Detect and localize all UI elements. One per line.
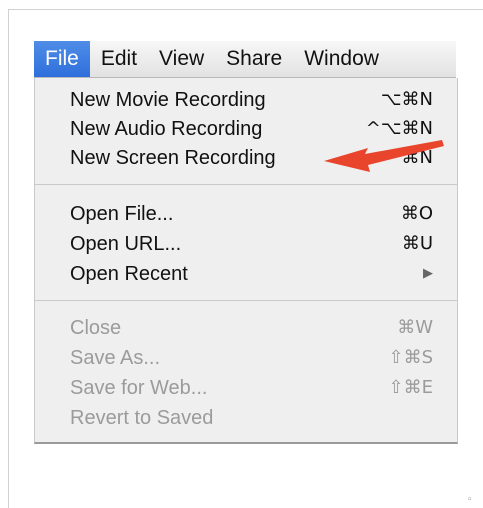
menubar-item-window[interactable]: Window bbox=[293, 41, 390, 77]
corner-mark-icon: ▫ bbox=[468, 494, 472, 505]
menu-item-shortcut: ⇧⌘S bbox=[388, 347, 433, 368]
menu-item-shortcut: ⌘U bbox=[401, 233, 433, 254]
menu-item-label: Save As... bbox=[70, 347, 161, 369]
menu-item-save-for-web: Save for Web... ⇧⌘E bbox=[35, 374, 457, 402]
menu-item-shortcut: ⇧⌘E bbox=[388, 377, 433, 398]
menu-item-label: Open URL... bbox=[70, 233, 182, 255]
menu-separator bbox=[35, 300, 457, 301]
menubar-item-edit[interactable]: Edit bbox=[90, 41, 148, 77]
file-menu-dropdown: New Movie Recording ⌥⌘N New Audio Record… bbox=[34, 78, 458, 444]
menu-item-label: Close bbox=[70, 317, 122, 339]
menu-item-label: New Audio Recording bbox=[70, 118, 263, 140]
menu-item-new-movie-recording[interactable]: New Movie Recording ⌥⌘N bbox=[35, 86, 457, 114]
submenu-arrow-icon: ▶ bbox=[423, 266, 433, 281]
menu-item-label: Save for Web... bbox=[70, 377, 208, 399]
menu-item-label: New Movie Recording bbox=[70, 89, 266, 111]
frame-border-top bbox=[8, 9, 483, 10]
menu-item-label: Open File... bbox=[70, 203, 174, 225]
menu-item-close: Close ⌘W bbox=[35, 314, 457, 342]
menu-item-revert-to-saved: Revert to Saved bbox=[35, 404, 457, 432]
menubar-item-share[interactable]: Share bbox=[215, 41, 293, 77]
frame-border-left bbox=[8, 9, 9, 508]
menubar-item-view[interactable]: View bbox=[148, 41, 215, 77]
menu-separator bbox=[35, 184, 457, 185]
menu-item-shortcut: ⌘O bbox=[400, 203, 433, 224]
menu-item-label: Open Recent bbox=[70, 263, 188, 285]
menu-item-save-as: Save As... ⇧⌘S bbox=[35, 344, 457, 372]
menu-item-open-url[interactable]: Open URL... ⌘U bbox=[35, 230, 457, 258]
red-pointer-arrow-icon bbox=[324, 140, 444, 172]
menu-item-shortcut: ⌘W bbox=[397, 317, 433, 338]
menu-item-open-file[interactable]: Open File... ⌘O bbox=[35, 200, 457, 228]
menu-item-label: Revert to Saved bbox=[70, 407, 214, 429]
menu-bar: File Edit View Share Window bbox=[34, 41, 456, 78]
menu-item-shortcut: ⌥⌘N bbox=[380, 89, 433, 110]
menu-item-label: New Screen Recording bbox=[70, 147, 276, 169]
menubar-item-file[interactable]: File bbox=[34, 41, 90, 77]
menu-item-open-recent[interactable]: Open Recent ▶ bbox=[35, 260, 457, 288]
